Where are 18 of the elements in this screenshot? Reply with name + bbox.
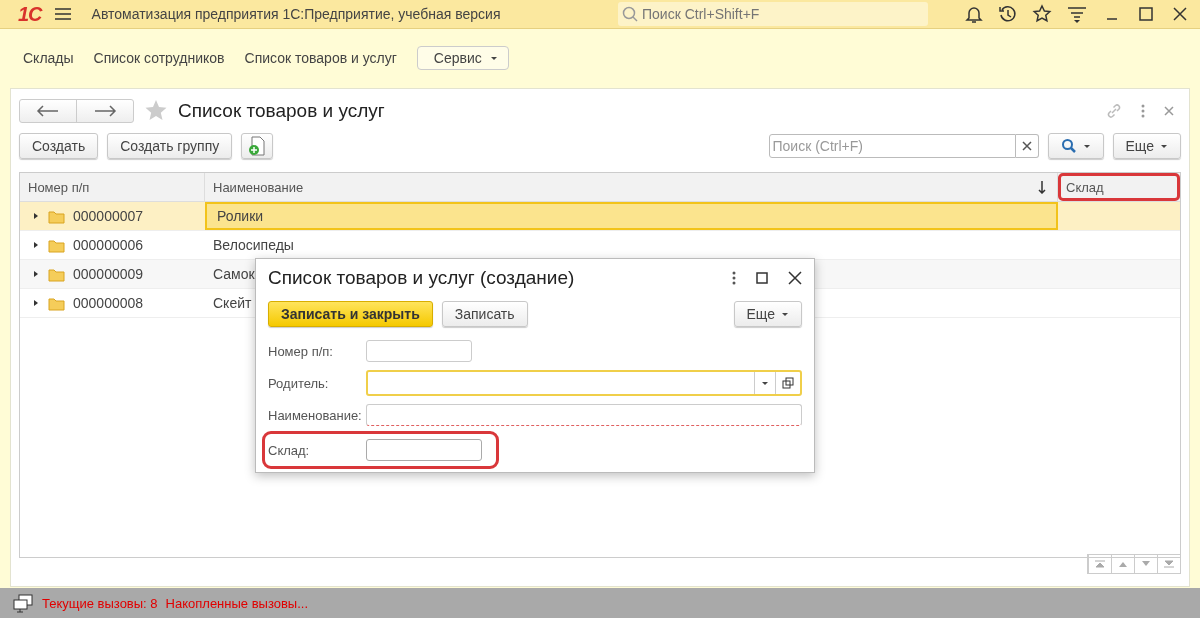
table-cell: Ролики — [217, 208, 264, 224]
status-text: Накопленные вызовы... — [165, 595, 309, 611]
window-title: Автоматизация предприятия 1С:Предприятие, учебная версия — [91, 6, 502, 22]
field-label: Родитель: — [268, 375, 330, 391]
table-cell: Велосипеды — [213, 237, 294, 253]
table-cell: Скейт — [213, 295, 252, 311]
app-logo: 1С — [18, 2, 42, 26]
table-cell: Самок — [213, 266, 255, 282]
field-label: Наименование: — [268, 407, 363, 423]
field-label: Номер п/п: — [268, 343, 334, 359]
form-title: Список товаров и услуг — [178, 100, 386, 122]
table-cell: 000000006 — [73, 237, 144, 253]
table-cell: 000000009 — [73, 266, 144, 282]
dialog-title: Список товаров и услуг (создание) — [268, 267, 576, 289]
table-cell: 000000007 — [73, 208, 144, 224]
status-text: Текущие вызовы: 8 — [42, 595, 158, 611]
field-label: Склад: — [268, 442, 311, 458]
table-cell: 000000008 — [73, 295, 144, 311]
